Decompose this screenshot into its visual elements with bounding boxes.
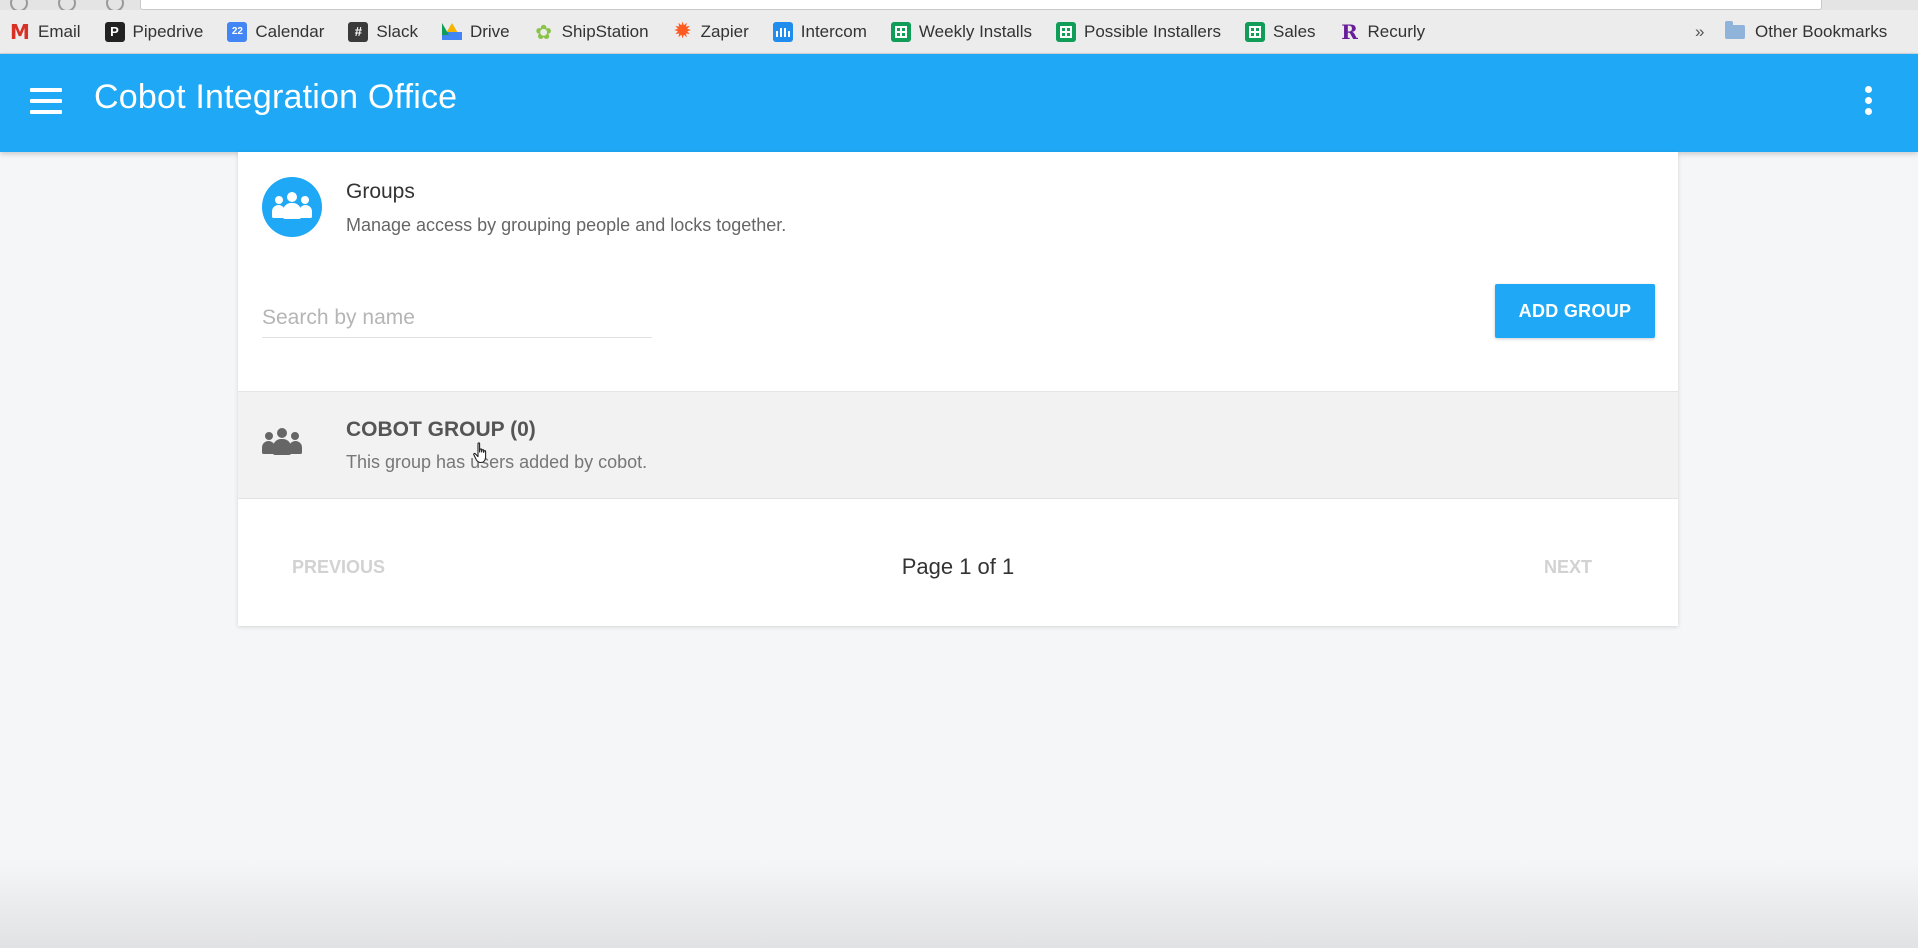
sheets-icon (1245, 21, 1265, 42)
group-row-cobot[interactable]: COBOT GROUP (0) This group has users add… (238, 391, 1678, 499)
sheets-icon (890, 21, 911, 42)
bookmark-intercom[interactable]: Intercom (772, 10, 867, 54)
menu-icon[interactable] (30, 88, 62, 116)
search-input[interactable] (262, 298, 652, 338)
bookmark-recurly[interactable]: R Recurly (1340, 10, 1426, 54)
bookmark-slack[interactable]: # Slack (348, 10, 418, 54)
group-description: This group has users added by cobot. (346, 452, 648, 472)
recurly-icon: R (1341, 19, 1358, 44)
bookmark-calendar[interactable]: 22 Calendar (227, 10, 324, 54)
bookmark-possible-installers[interactable]: Possible Installers (1055, 10, 1221, 54)
bookmark-zapier[interactable]: ✹ Zapier (673, 10, 749, 54)
bookmark-label: Intercom (800, 21, 867, 41)
group-icon (262, 428, 302, 458)
slack-icon: # (348, 21, 369, 42)
browser-viewport: M Email P Pipedrive 22 Calendar # Slack … (0, 0, 1918, 948)
more-options-icon[interactable] (1862, 86, 1874, 120)
app-title: Cobot Integration Office (94, 78, 458, 116)
add-group-button[interactable]: ADD GROUP (1495, 284, 1655, 338)
other-bookmarks[interactable]: Other Bookmarks (1725, 10, 1887, 54)
gmail-icon: M (10, 19, 30, 44)
drive-icon (441, 22, 462, 42)
groups-card: Groups Manage access by grouping people … (238, 152, 1678, 626)
bookmark-label: Recurly (1367, 21, 1426, 41)
bookmark-label: Pipedrive (132, 21, 204, 41)
bookmark-label: Zapier (700, 21, 749, 41)
bookmark-weekly-installs[interactable]: Weekly Installs (890, 10, 1032, 54)
app-header: Cobot Integration Office (0, 54, 1918, 152)
zapier-icon: ✹ (673, 19, 692, 44)
bookmark-label: Drive (469, 21, 510, 41)
bookmark-drive[interactable]: Drive (441, 10, 510, 54)
bottom-shadow (0, 860, 1918, 948)
bookmark-label: Sales (1273, 21, 1316, 41)
bookmark-sales[interactable]: Sales (1245, 10, 1316, 54)
group-name: COBOT GROUP (0) (346, 418, 536, 441)
sheets-icon (1055, 21, 1076, 42)
bookmark-label: Possible Installers (1083, 21, 1221, 41)
folder-icon (1725, 21, 1747, 42)
bookmarks-overflow-button[interactable]: » (1695, 10, 1704, 54)
bookmark-label: Slack (376, 21, 418, 41)
address-field[interactable] (140, 0, 1822, 10)
bookmark-email[interactable]: M Email (10, 10, 81, 54)
other-bookmarks-label: Other Bookmarks (1755, 22, 1888, 41)
bookmarks-bar: M Email P Pipedrive 22 Calendar # Slack … (0, 10, 1918, 54)
section-subtitle: Manage access by grouping people and loc… (346, 215, 787, 235)
next-page-button[interactable]: NEXT (1544, 557, 1592, 578)
bookmark-pipedrive[interactable]: P Pipedrive (104, 10, 204, 54)
section-title: Groups (346, 180, 415, 203)
bookmark-label: Email (38, 21, 81, 41)
bookmark-label: ShipStation (561, 21, 649, 41)
shipstation-icon: ✿ (535, 19, 553, 44)
bookmark-label: Calendar (255, 21, 325, 41)
page-indicator: Page 1 of 1 (901, 554, 1015, 579)
pipedrive-icon: P (104, 21, 125, 42)
groups-icon (262, 177, 322, 237)
intercom-icon (772, 21, 793, 42)
bookmark-shipstation[interactable]: ✿ ShipStation (534, 10, 649, 54)
calendar-icon: 22 (227, 21, 248, 42)
bookmark-label: Weekly Installs (918, 21, 1032, 41)
